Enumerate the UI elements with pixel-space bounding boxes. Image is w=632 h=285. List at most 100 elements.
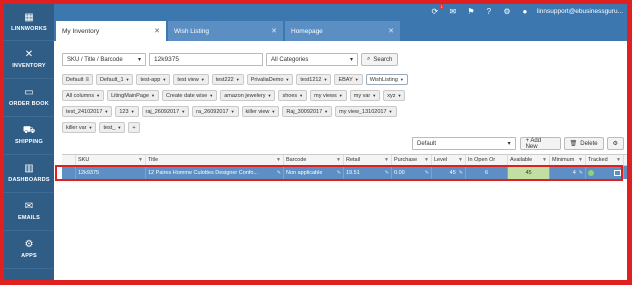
add-new-button[interactable]: + Add New xyxy=(519,137,561,150)
view-chip[interactable]: my var ▼ xyxy=(349,90,381,101)
view-chip[interactable]: killer view ▼ xyxy=(241,106,280,117)
search-input[interactable]: 12k9375 xyxy=(149,53,263,66)
search-field-select[interactable]: SKU / Title / Barcode ▾ xyxy=(62,53,146,66)
category-select[interactable]: All Categories ▾ xyxy=(266,53,358,66)
user-email[interactable]: linnsupport@ebusinessguru... xyxy=(537,8,623,15)
column-header[interactable]: Minimum ▼ xyxy=(550,155,586,165)
view-chip[interactable]: test_ ▼ xyxy=(99,122,126,133)
filter-icon[interactable]: ▼ xyxy=(616,157,621,163)
column-header[interactable]: Tracked ▼ xyxy=(586,155,624,165)
view-chip[interactable]: EBAY ▼ xyxy=(334,74,363,85)
view-chip[interactable]: 123 ▼ xyxy=(115,106,139,117)
view-chip[interactable]: test1212 ▼ xyxy=(296,74,332,85)
view-chip[interactable]: Default_1 ▼ xyxy=(95,74,134,85)
view-chip[interactable]: raj_26092017 ▼ xyxy=(141,106,190,117)
view-chip[interactable]: ra_26092017 ▼ xyxy=(192,106,239,117)
nav-inventory[interactable]: ✕ INVENTORY xyxy=(4,41,54,79)
view-chip[interactable]: test_24102017 ▼ xyxy=(62,106,113,117)
view-chip[interactable]: my view_13102017 ▼ xyxy=(335,106,397,117)
view-chip-label: shoes xyxy=(282,92,298,99)
column-header[interactable]: Retail ▼ xyxy=(344,155,392,165)
view-chip[interactable]: test-app ▼ xyxy=(136,74,171,85)
view-chip-label: test-app xyxy=(140,76,161,83)
inventory-content: SKU / Title / Barcode ▾ 12k9375 All Cate… xyxy=(54,41,627,280)
envelope-icon[interactable]: ✉ xyxy=(447,6,459,18)
view-chip-label: test_24102017 xyxy=(66,108,103,115)
view-chip[interactable]: shoes ▼ xyxy=(278,90,308,101)
tab-label: My Inventory xyxy=(62,27,100,35)
flag-icon[interactable]: ⚑ xyxy=(465,6,477,18)
view-chip[interactable]: Raj_30092017 ▼ xyxy=(282,106,333,117)
inventory-grid: SKU ▼ Title ▼ Barcode ▼ Retail ▼ Purchase ▼ L… xyxy=(55,154,627,181)
nav-shipping[interactable]: ⛟ SHIPPING xyxy=(4,117,54,155)
add-view-button[interactable]: + xyxy=(128,122,140,133)
view-chip[interactable]: All columns ▼ xyxy=(62,90,105,101)
column-header-label: Available xyxy=(510,157,533,163)
nav-dashboards[interactable]: ▥ DASHBOARDS xyxy=(4,155,54,193)
column-header[interactable]: Purchase ▼ xyxy=(392,155,432,165)
view-chip-label: raj_26092017 xyxy=(145,108,180,115)
column-header-label: Tracked xyxy=(588,157,608,163)
view-chip[interactable]: test222 ▼ xyxy=(211,74,244,85)
tab-strip: My Inventory ✕ Wish Listing ✕ Homepage ✕ xyxy=(54,19,627,41)
chevron-down-icon: ▼ xyxy=(267,93,272,98)
filter-icon[interactable]: ▼ xyxy=(424,157,429,163)
chevron-down-icon: ▾ xyxy=(349,57,353,63)
filter-icon[interactable]: ▼ xyxy=(384,157,389,163)
search-button[interactable]: ⌕ Search xyxy=(361,53,399,66)
filter-icon[interactable]: ▼ xyxy=(458,157,463,163)
view-chip-active[interactable]: WishListing ▼ xyxy=(365,74,408,85)
user-icon[interactable]: ● xyxy=(519,6,531,18)
chevron-down-icon: ▼ xyxy=(130,109,135,114)
tools-icon: ✕ xyxy=(24,49,34,60)
view-chip-label: ra_26092017 xyxy=(196,108,229,115)
nav-linnworks[interactable]: ▦ LINNWORKS xyxy=(4,4,54,41)
filter-icon[interactable]: ▼ xyxy=(276,157,281,163)
views-row-4: killer var ▼ test_ ▼ + xyxy=(62,122,143,133)
column-header[interactable]: SKU ▼ xyxy=(76,155,146,165)
tab-homepage[interactable]: Homepage ✕ xyxy=(285,21,400,41)
view-chip[interactable]: Create date wise ▼ xyxy=(161,90,218,101)
filter-icon[interactable]: ▼ xyxy=(138,157,143,163)
chevron-down-icon: ▼ xyxy=(162,77,167,82)
column-header[interactable]: Available ▼ xyxy=(508,155,550,165)
settings-button[interactable]: ⚙ xyxy=(606,137,624,150)
chevron-down-icon: ▼ xyxy=(235,77,240,82)
view-chip[interactable]: PrivaliaDemo ▼ xyxy=(246,74,294,85)
nav-apps[interactable]: ⚙ APPS xyxy=(4,231,54,269)
view-chip-label: test_ xyxy=(103,124,116,131)
search-button-label: Search xyxy=(373,56,393,63)
tab-my-inventory[interactable]: My Inventory ✕ xyxy=(56,21,166,41)
column-header[interactable]: Title ▼ xyxy=(146,155,284,165)
filter-icon[interactable]: ▼ xyxy=(542,157,547,163)
gear-icon[interactable]: ⚙ xyxy=(501,6,513,18)
delete-button[interactable]: 🗑 Delete xyxy=(563,137,604,150)
apps-grid-icon: ▦ xyxy=(24,11,34,23)
view-chip[interactable]: LitingMainPage ▼ xyxy=(107,90,159,101)
view-select[interactable]: Default ▾ xyxy=(412,137,516,150)
view-chip[interactable]: amazon jewelery ▼ xyxy=(220,90,276,101)
close-icon[interactable]: ✕ xyxy=(271,27,277,35)
close-icon[interactable]: ✕ xyxy=(154,27,160,35)
view-chip[interactable]: Default ≡ xyxy=(62,74,93,85)
chevron-down-icon: ▼ xyxy=(299,93,304,98)
views-row-3: test_24102017 ▼ 123 ▼ raj_26092017 ▼ ra_260… xyxy=(62,106,400,117)
trash-icon: 🗑 xyxy=(569,141,578,147)
close-icon[interactable]: ✕ xyxy=(388,27,394,35)
view-chip[interactable]: killer var ▼ xyxy=(62,122,97,133)
nav-order-book[interactable]: ▭ ORDER BOOK xyxy=(4,79,54,117)
column-header[interactable]: Barcode ▼ xyxy=(284,155,344,165)
nav-emails[interactable]: ✉ EMAILS xyxy=(4,193,54,231)
view-chip[interactable]: my views ▼ xyxy=(310,90,347,101)
filter-icon[interactable]: ▼ xyxy=(578,157,583,163)
filter-icon[interactable]: ▼ xyxy=(336,157,341,163)
chevron-down-icon: ▼ xyxy=(285,77,290,82)
column-header[interactable]: In Open Or xyxy=(466,155,508,165)
view-chip[interactable]: xyz ▼ xyxy=(383,90,406,101)
tab-wish-listing[interactable]: Wish Listing ✕ xyxy=(168,21,283,41)
select-all-cell[interactable] xyxy=(62,155,76,165)
column-header[interactable]: Level ▼ xyxy=(432,155,466,165)
view-chip[interactable]: test view ▼ xyxy=(173,74,209,85)
notifications-icon[interactable]: ⟳ 1 xyxy=(429,4,444,18)
help-icon[interactable]: ? xyxy=(483,6,495,18)
